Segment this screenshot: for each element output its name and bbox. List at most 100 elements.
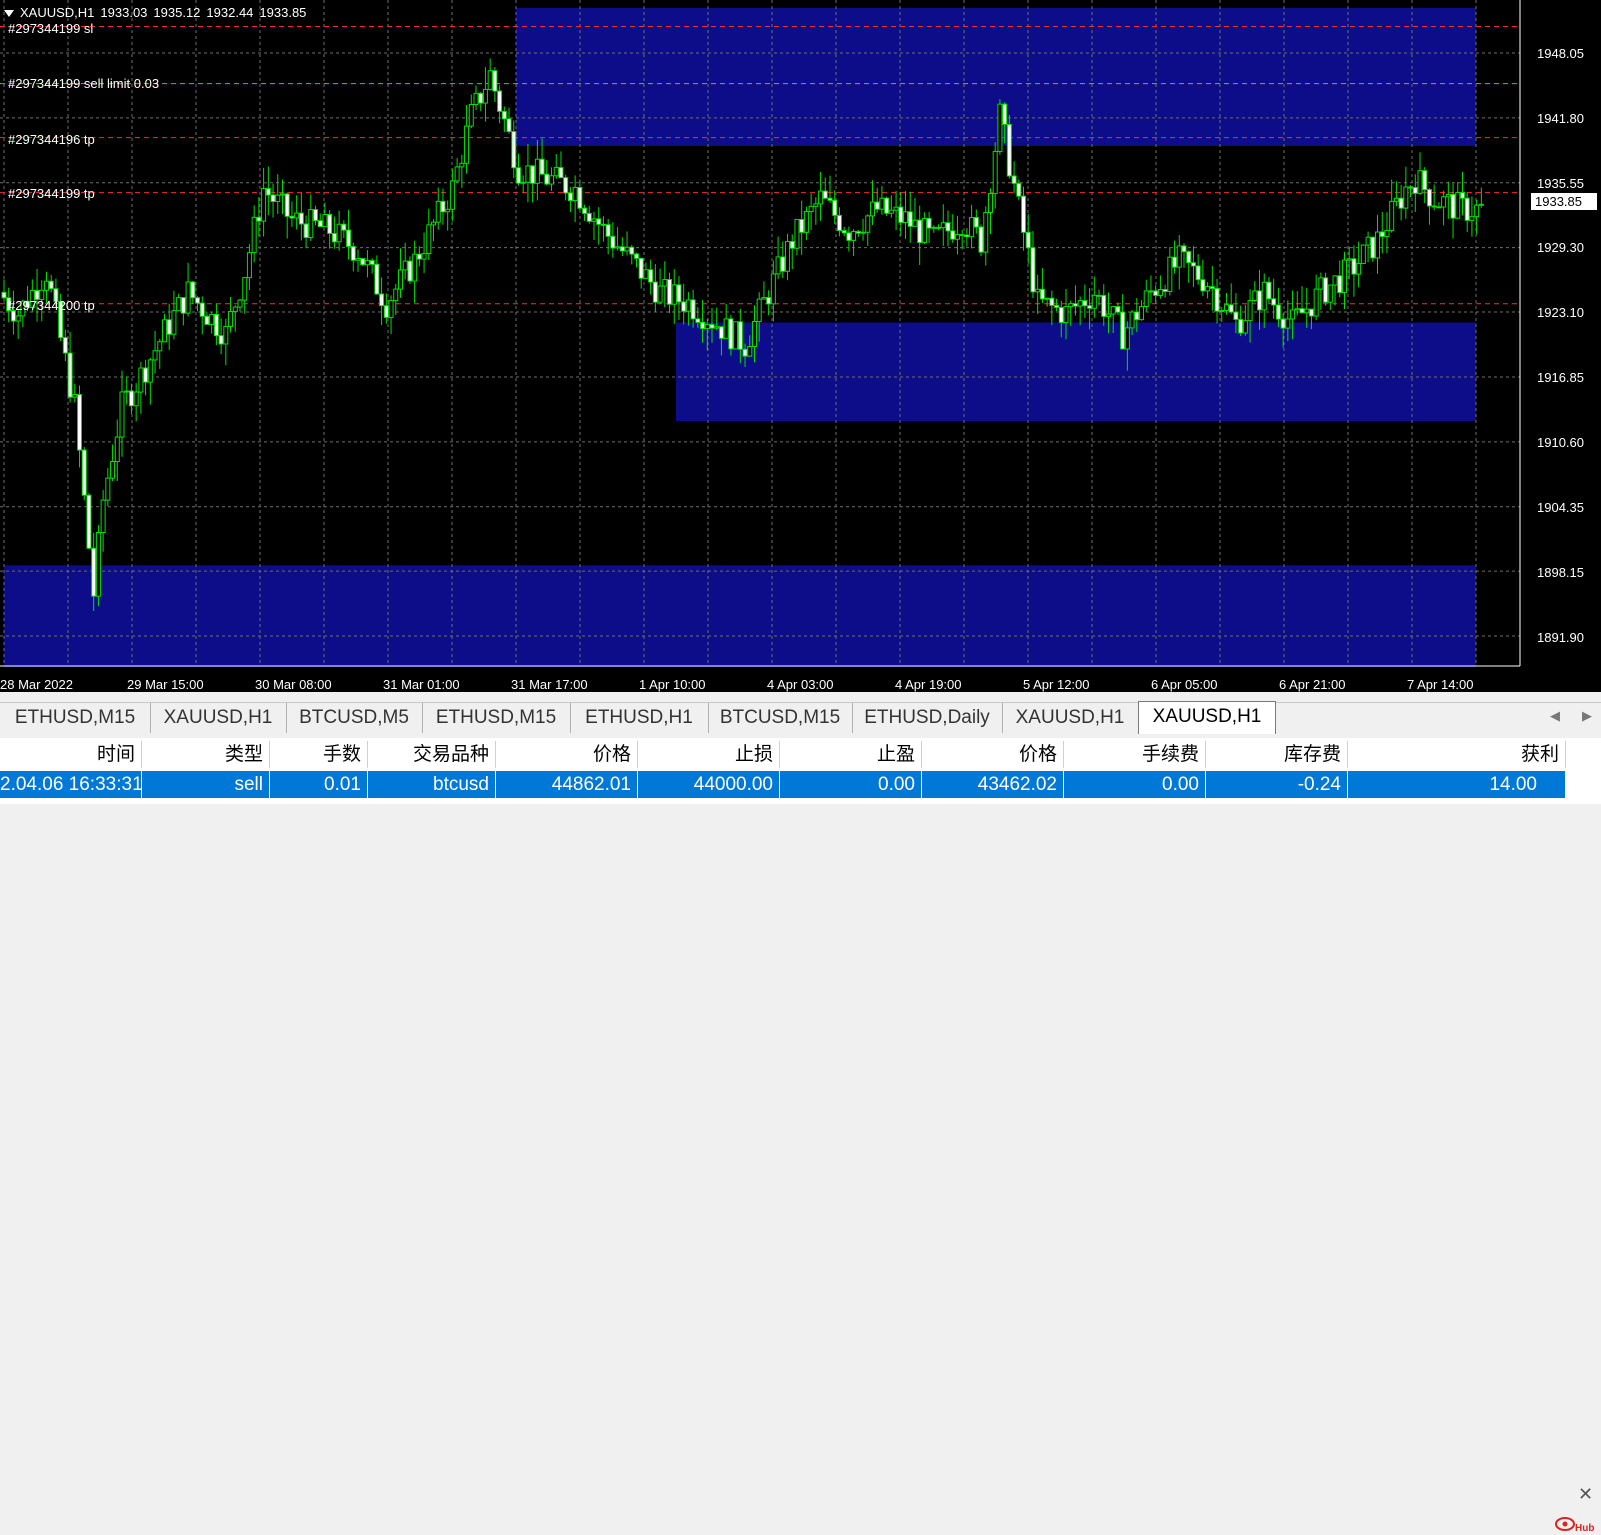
candle-body (1209, 286, 1215, 289)
col-header-swap[interactable]: 库存费 (1206, 741, 1348, 768)
candle-body (558, 167, 564, 179)
candle-body (1087, 305, 1093, 309)
candle-body (855, 231, 861, 234)
cell-type: sell (142, 771, 270, 798)
candle-body (388, 300, 394, 318)
candle-body (1238, 318, 1244, 334)
candle-body (1044, 297, 1050, 300)
candle-body (530, 165, 536, 184)
col-header-price[interactable]: 价格 (496, 741, 638, 768)
time-axis-label: 31 Mar 17:00 (511, 677, 588, 692)
candle-body (1252, 290, 1258, 302)
candle-body (152, 350, 158, 361)
tab-btcusd-m5[interactable]: BTCUSD,M5 (286, 703, 423, 733)
cell-current-price: 43462.02 (922, 771, 1064, 798)
candle-body (695, 318, 701, 323)
order-label-tp-200[interactable]: #297344200 tp (8, 298, 95, 313)
candle-body (232, 306, 238, 313)
order-label-tp-199[interactable]: #297344199 tp (8, 186, 95, 201)
candle-body (1351, 258, 1357, 275)
candle-body (1219, 310, 1225, 313)
candle-body (1365, 236, 1371, 246)
candle-body (879, 197, 885, 210)
candle-body (303, 223, 309, 239)
candlestick-chart[interactable] (0, 0, 1601, 692)
candle-body (407, 260, 413, 282)
candle-body (1308, 308, 1314, 317)
candle-body (1455, 192, 1461, 219)
time-axis-label: 7 Apr 14:00 (1407, 677, 1474, 692)
candle-body (1242, 320, 1248, 334)
col-header-type[interactable]: 类型 (142, 741, 270, 768)
candle-body (1393, 197, 1399, 202)
candle-body (190, 281, 196, 299)
col-header-symbol[interactable]: 交易品种 (368, 741, 496, 768)
candle-body (237, 299, 243, 308)
candle-body (954, 234, 960, 240)
price-axis-label: 1923.10 (1537, 305, 1584, 320)
col-header-profit[interactable]: 获利 (1348, 741, 1566, 768)
col-header-sl[interactable]: 止损 (638, 741, 780, 768)
candle-body (1011, 175, 1017, 184)
col-header-volume[interactable]: 手数 (270, 741, 368, 768)
col-header-commission[interactable]: 手续费 (1064, 741, 1206, 768)
tab-ethusd-h1[interactable]: ETHUSD,H1 (570, 703, 709, 733)
candle-body (1247, 300, 1253, 322)
price-chart[interactable]: XAUUSD,H1 1933.03 1935.12 1932.44 1933.85 #2… (0, 0, 1601, 692)
price-axis-label: 1904.35 (1537, 500, 1584, 515)
price-axis-label: 1910.60 (1537, 435, 1584, 450)
order-label-sl[interactable]: #297344199 sl (8, 21, 93, 36)
col-header-tp[interactable]: 止盈 (780, 741, 922, 768)
tab-btcusd-m15[interactable]: BTCUSD,M15 (708, 703, 853, 733)
candle-body (667, 279, 673, 305)
candle-body (605, 224, 611, 237)
tab-ethusd-m15[interactable]: ETHUSD,M15 (422, 703, 571, 733)
candle-body (374, 263, 380, 295)
candle-body (1323, 277, 1329, 303)
candle-body (440, 200, 446, 213)
cell-commission: 0.00 (1064, 771, 1206, 798)
col-header-time[interactable]: 时间 (0, 741, 142, 768)
tab-ethusd-daily[interactable]: ETHUSD,Daily (852, 703, 1003, 733)
candle-body (246, 252, 252, 279)
tab-xauusd-h1[interactable]: XAUUSD,H1 (150, 703, 287, 733)
close-icon[interactable]: ✕ (1578, 1484, 1593, 1505)
candle-body (676, 284, 682, 303)
col-header-current-price[interactable]: 价格 (922, 741, 1064, 768)
candle-body (1299, 308, 1305, 314)
candle-body (1261, 281, 1267, 311)
candle-body (1, 291, 7, 299)
candle-body (251, 216, 257, 254)
scroll-left-icon[interactable]: ◀ (1550, 708, 1560, 724)
candle-body (794, 218, 800, 249)
candle-body (242, 277, 248, 301)
candle-body (72, 394, 78, 398)
price-axis-label: 1916.85 (1537, 370, 1584, 385)
candle-body (714, 326, 720, 329)
candle-body (482, 88, 488, 104)
cell-tp: 0.00 (780, 771, 922, 798)
candle-body (936, 226, 942, 229)
candle-body (327, 213, 333, 234)
supply-demand-zone (676, 322, 1476, 422)
candle-body (992, 150, 998, 195)
scroll-right-icon[interactable]: ▶ (1582, 708, 1592, 724)
price-axis-label: 1935.55 (1537, 176, 1584, 191)
order-label-sell-limit[interactable]: #297344199 sell limit 0.03 (8, 76, 159, 91)
candle-body (270, 194, 276, 203)
candle-body (1360, 244, 1366, 264)
candle-body (596, 218, 602, 225)
candle-body (775, 256, 781, 275)
candle-body (1341, 259, 1347, 294)
triangle-down-icon[interactable] (4, 10, 14, 18)
price-axis-label: 1948.05 (1537, 46, 1584, 61)
tab-xauusd-h1[interactable]: XAUUSD,H1 (1002, 703, 1139, 733)
candle-body (67, 352, 73, 398)
tab-xauusd-h1-active[interactable]: XAUUSD,H1 (1138, 701, 1276, 734)
candle-body (766, 297, 772, 305)
candle-body (718, 326, 724, 339)
tab-ethusd-m15[interactable]: ETHUSD,M15 (0, 703, 151, 733)
order-label-tp-196[interactable]: #297344196 tp (8, 132, 95, 147)
candle-body (393, 288, 399, 302)
candle-body (1223, 304, 1229, 312)
